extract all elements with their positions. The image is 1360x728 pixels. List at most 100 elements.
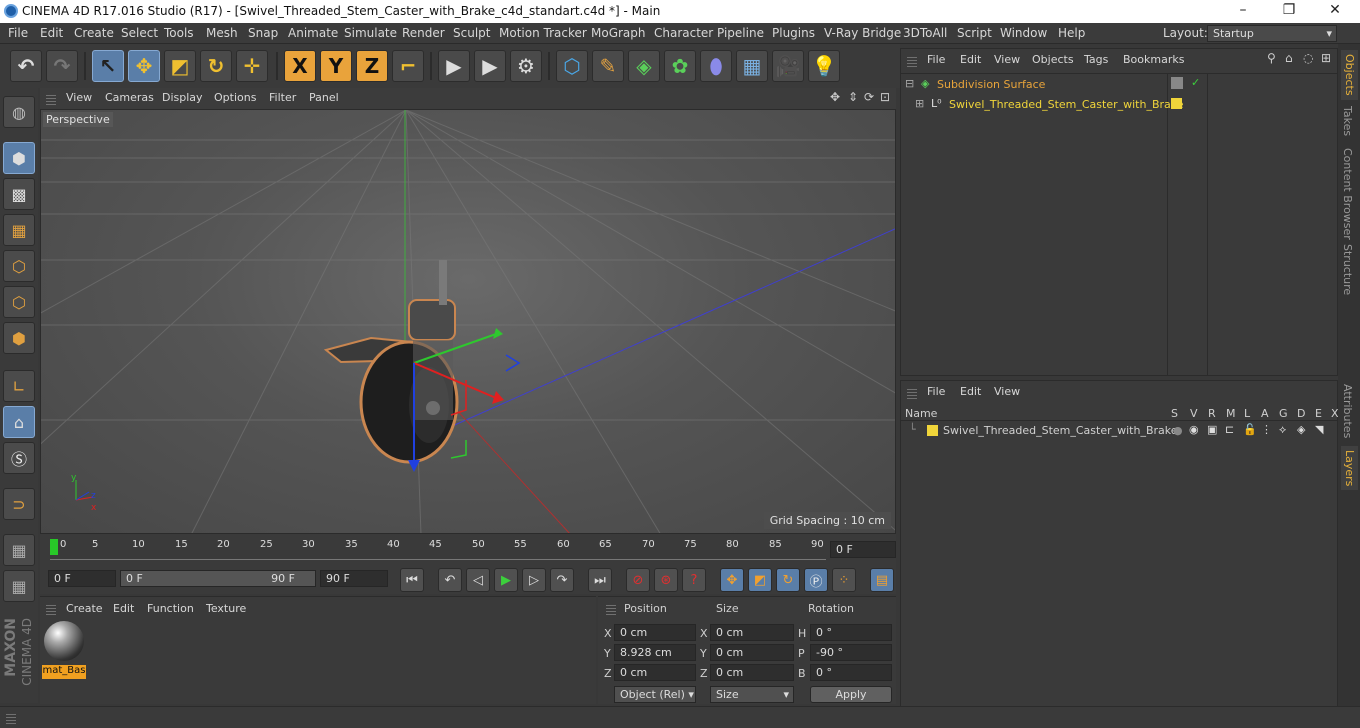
menu-vray-bridge[interactable]: V-Ray Bridge xyxy=(824,26,901,40)
material-swatch[interactable]: mat_Bas xyxy=(42,621,86,679)
scale-tool-button[interactable]: ◩ xyxy=(164,50,196,82)
move-tool-button[interactable]: ✥ xyxy=(128,50,160,82)
menu-sculpt[interactable]: Sculpt xyxy=(453,26,490,40)
generator-icon[interactable]: ⟡ xyxy=(1279,423,1286,437)
go-to-end-button[interactable]: ⏭ xyxy=(588,568,612,592)
position-z-field[interactable]: 0 cm xyxy=(614,664,696,681)
eye-icon[interactable]: ◉ xyxy=(1189,423,1199,436)
menu-render[interactable]: Render xyxy=(402,26,445,40)
rotation-p-field[interactable]: -90 ° xyxy=(810,644,892,661)
key-position-button[interactable]: ✥ xyxy=(720,568,744,592)
tab-objects[interactable]: Objects xyxy=(1341,50,1358,100)
add-cube-button[interactable]: ⬡ xyxy=(556,50,588,82)
playhead[interactable] xyxy=(50,539,58,555)
add-array-button[interactable]: ✿ xyxy=(664,50,696,82)
viewport-zoom-icon[interactable]: ⇕ xyxy=(848,90,858,104)
menu-character[interactable]: Character xyxy=(654,26,713,40)
layer-row[interactable]: └ Swivel_Threaded_Stem_Caster_with_Brake… xyxy=(905,423,1335,439)
collapse-icon[interactable]: ⊟ xyxy=(905,77,914,90)
scroll-icon[interactable]: ◌ xyxy=(1303,51,1313,65)
render-settings-button[interactable]: ⚙ xyxy=(510,50,542,82)
key-scale-button[interactable]: ◩ xyxy=(748,568,772,592)
position-x-field[interactable]: 0 cm xyxy=(614,624,696,641)
edges-mode-button[interactable]: ⬡ xyxy=(3,286,35,318)
add-camera-button[interactable]: 🎥 xyxy=(772,50,804,82)
size-z-field[interactable]: 0 cm xyxy=(710,664,794,681)
material-menu-function[interactable]: Function xyxy=(147,602,194,615)
maximize-button[interactable]: ❐ xyxy=(1266,2,1312,21)
tab-content-browser[interactable]: Content Browser xyxy=(1341,148,1354,240)
coordinate-system-button[interactable]: ⌐ xyxy=(392,50,424,82)
viewport-menu-display[interactable]: Display xyxy=(162,91,203,104)
menu-script[interactable]: Script xyxy=(957,26,992,40)
minimize-button[interactable]: – xyxy=(1220,2,1266,21)
rotation-b-field[interactable]: 0 ° xyxy=(810,664,892,681)
position-y-field[interactable]: 8.928 cm xyxy=(614,644,696,661)
undo-button[interactable]: ↶ xyxy=(10,50,42,82)
layer-color-icon[interactable] xyxy=(927,425,938,436)
tab-layers[interactable]: Layers xyxy=(1341,446,1358,491)
viewport-move-icon[interactable]: ✥ xyxy=(830,90,840,104)
workplane-mode-button[interactable]: ▦ xyxy=(3,214,35,246)
render-clapper-icon[interactable]: ▣ xyxy=(1207,423,1217,436)
start-frame-field[interactable]: 0 F xyxy=(48,570,116,587)
add-generator-button[interactable]: ◈ xyxy=(628,50,660,82)
tab-structure[interactable]: Structure xyxy=(1341,244,1354,295)
make-editable-button[interactable]: ◍ xyxy=(3,96,35,128)
layout-select[interactable]: Startup ▾ xyxy=(1207,25,1337,42)
size-mode-select[interactable]: Size ▾ xyxy=(710,686,794,703)
menu-3dtoall[interactable]: 3DToAll xyxy=(903,26,947,40)
viewport-menu-cameras[interactable]: Cameras xyxy=(105,91,154,104)
manager-icon[interactable]: ⊏ xyxy=(1225,423,1234,436)
menu-tools[interactable]: Tools xyxy=(164,26,194,40)
x-axis-button[interactable]: X xyxy=(284,50,316,82)
menu-animate[interactable]: Animate xyxy=(288,26,338,40)
solo-dot-icon[interactable]: ● xyxy=(1173,424,1183,437)
new-panel-icon[interactable]: ⊞ xyxy=(1321,51,1331,65)
axis-mode-button[interactable]: ∟ xyxy=(3,370,35,402)
obj-menu-view[interactable]: View xyxy=(994,53,1020,66)
points-mode-button[interactable]: ⬡ xyxy=(3,250,35,282)
keyframe-selection-button[interactable]: ? xyxy=(682,568,706,592)
tab-attributes[interactable]: Attributes xyxy=(1341,384,1354,438)
viewport-rotate-icon[interactable]: ⟳ xyxy=(864,90,874,104)
key-pla-button[interactable]: ⁘ xyxy=(832,568,856,592)
menu-help[interactable]: Help xyxy=(1058,26,1085,40)
snap-button[interactable]: Ⓢ xyxy=(3,442,35,474)
rotate-tool-button[interactable]: ↻ xyxy=(200,50,232,82)
live-selection-button[interactable]: ↖ xyxy=(92,50,124,82)
model-mode-button[interactable]: ⬢ xyxy=(3,142,35,174)
next-frame-button[interactable]: ▷ xyxy=(522,568,546,592)
material-menu-texture[interactable]: Texture xyxy=(206,602,246,615)
layer-menu-view[interactable]: View xyxy=(994,385,1020,398)
add-light-button[interactable]: 💡 xyxy=(808,50,840,82)
workplane-lock-button[interactable]: ▦ xyxy=(3,534,35,566)
frame-range-slider[interactable]: 0 F 90 F xyxy=(120,570,316,587)
workplane-rotate-button[interactable]: ▦ xyxy=(3,570,35,602)
menu-edit[interactable]: Edit xyxy=(40,26,63,40)
animation-icon[interactable]: ⋮ xyxy=(1261,423,1272,436)
go-to-start-button[interactable]: ⏮ xyxy=(400,568,424,592)
key-parameter-button[interactable]: Ⓟ xyxy=(804,568,828,592)
y-axis-button[interactable]: Y xyxy=(320,50,352,82)
search-icon[interactable]: ⚲ xyxy=(1267,51,1276,65)
menu-create[interactable]: Create xyxy=(74,26,114,40)
size-x-field[interactable]: 0 cm xyxy=(710,624,794,641)
layer-menu-file[interactable]: File xyxy=(927,385,945,398)
viewport-menu-view[interactable]: View xyxy=(66,91,92,104)
menu-file[interactable]: File xyxy=(8,26,28,40)
material-menu-edit[interactable]: Edit xyxy=(113,602,134,615)
polygons-mode-button[interactable]: ⬢ xyxy=(3,322,35,354)
add-floor-button[interactable]: ▦ xyxy=(736,50,768,82)
record-button[interactable]: ⊘ xyxy=(626,568,650,592)
menu-mograph[interactable]: MoGraph xyxy=(591,26,646,40)
expand-icon[interactable]: ⊞ xyxy=(915,97,924,110)
viewport-menu-options[interactable]: Options xyxy=(214,91,256,104)
previous-keyframe-button[interactable]: ↶ xyxy=(438,568,462,592)
obj-menu-bookmarks[interactable]: Bookmarks xyxy=(1123,53,1184,66)
deformer-icon[interactable]: ◈ xyxy=(1297,423,1305,436)
perspective-viewport[interactable]: y x z Perspective Grid Spacing : 10 cm xyxy=(40,109,896,534)
object-row-caster[interactable]: ⊞ L⁰ Swivel_Threaded_Stem_Caster_with_Br… xyxy=(915,97,1215,113)
lock-icon[interactable]: 🔓 xyxy=(1243,423,1257,436)
obj-menu-tags[interactable]: Tags xyxy=(1084,53,1108,66)
